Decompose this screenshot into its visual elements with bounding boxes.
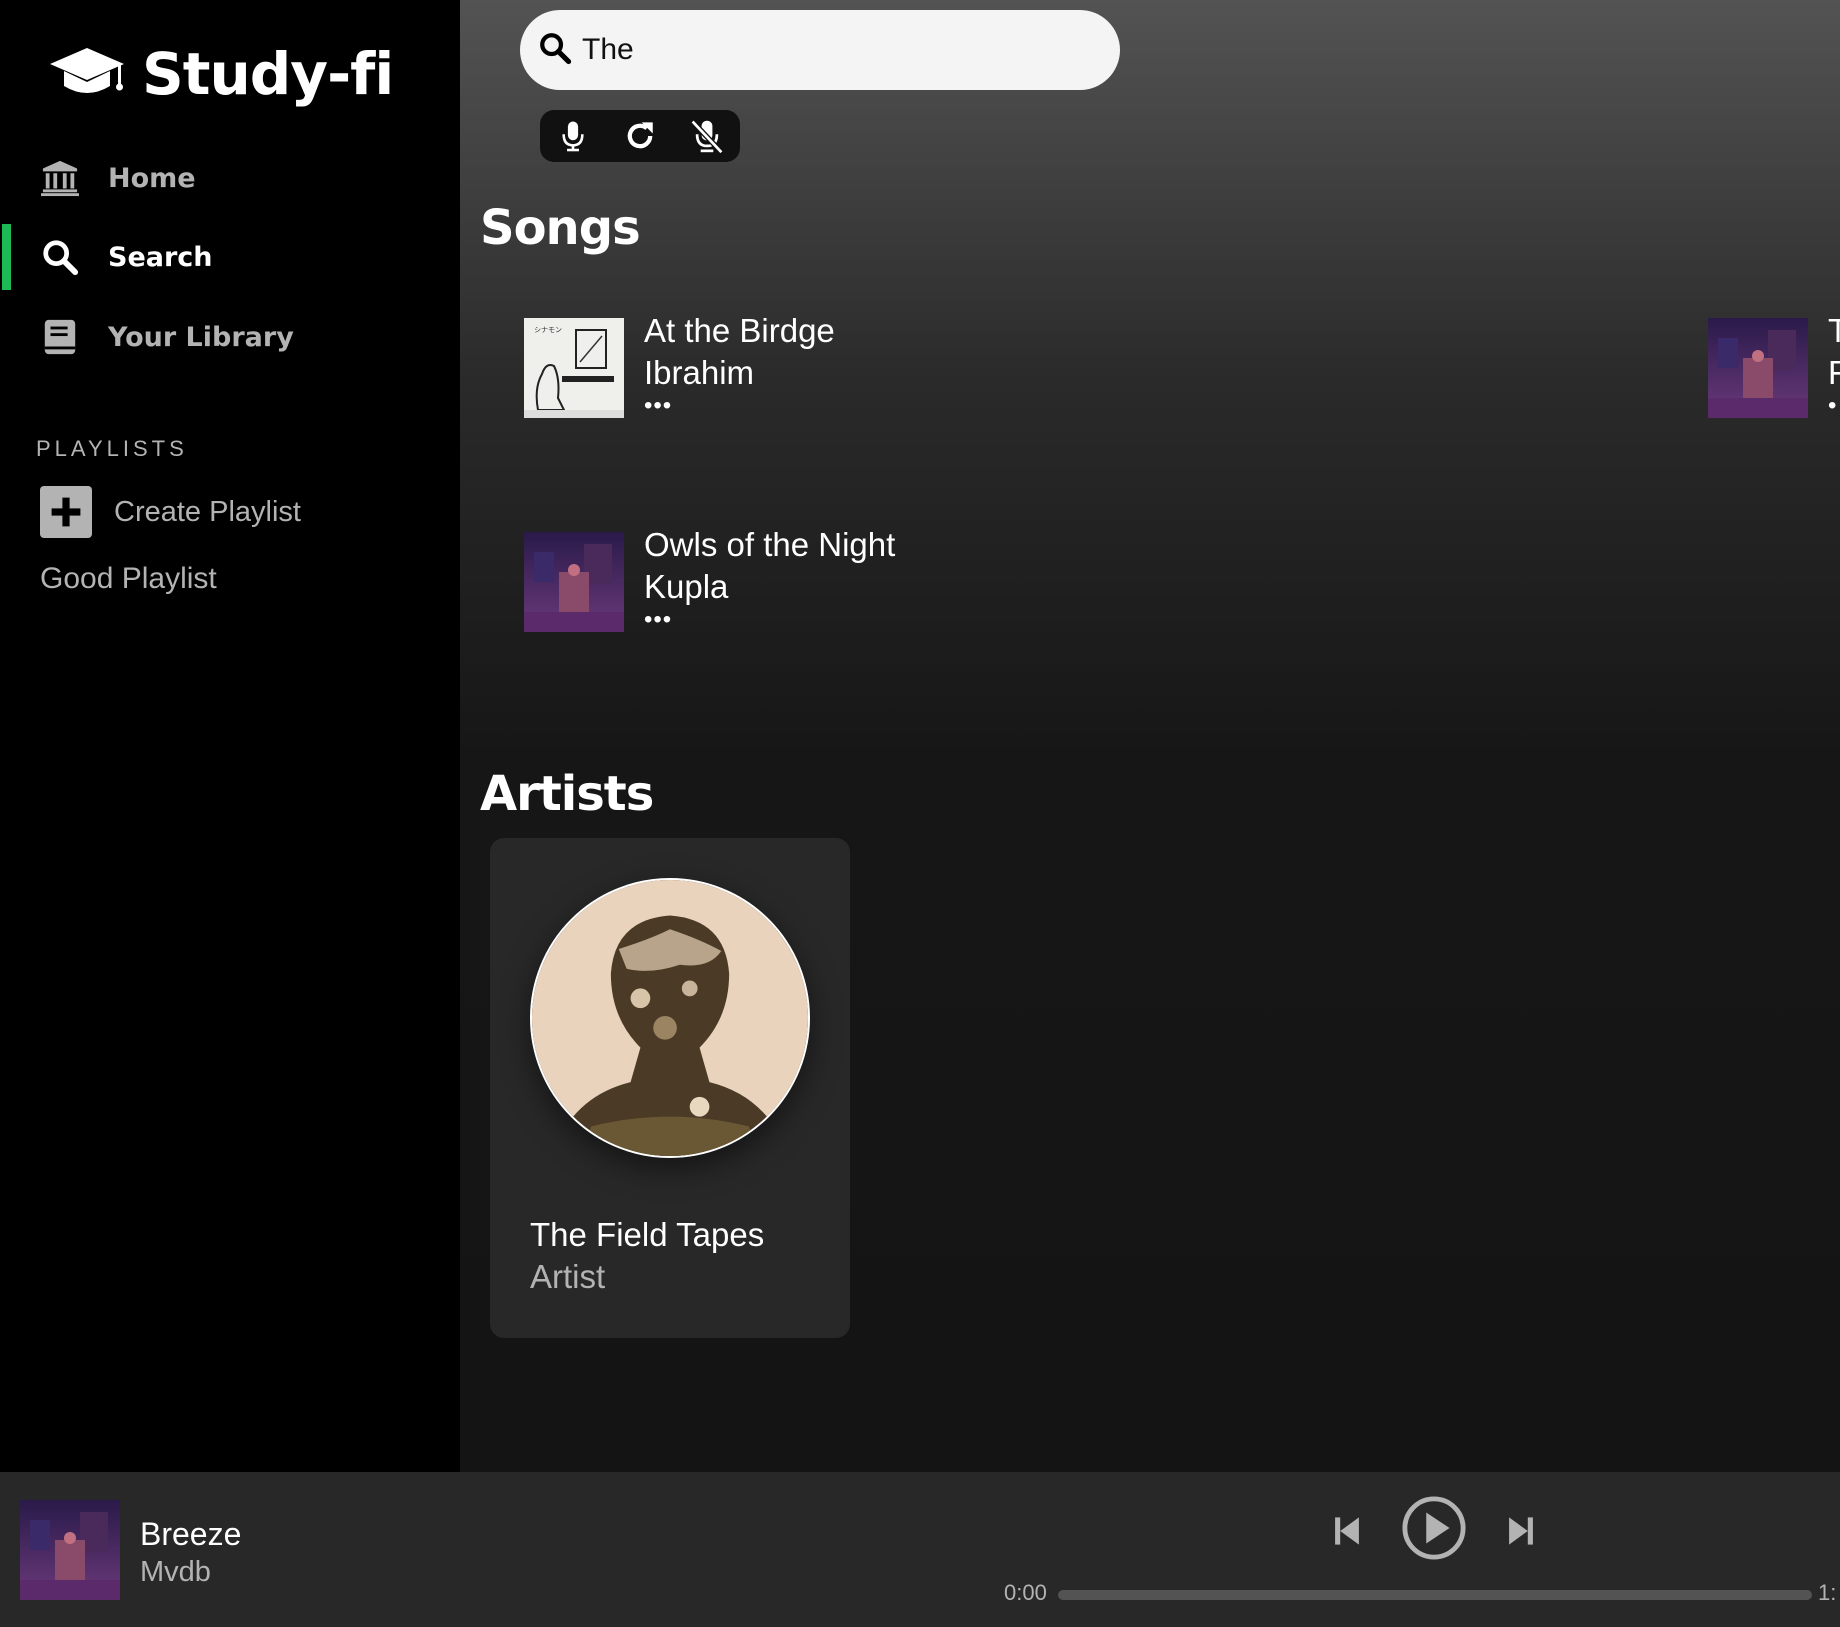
bank-icon [40, 158, 80, 198]
nav-item-home[interactable]: Home [0, 143, 460, 213]
nav-label-home: Home [108, 162, 196, 194]
album-cover [524, 532, 624, 632]
create-playlist-label: Create Playlist [114, 495, 301, 528]
plus-icon [40, 486, 92, 538]
app-name: Study-fi [142, 40, 394, 108]
artist-avatar [530, 878, 810, 1158]
svg-text:シナモン: シナモン [534, 326, 562, 334]
player-bar: Breeze Mvdb 0:00 1: [0, 1472, 1840, 1627]
song-item[interactable]: シナモン At the Birdge Ibrahim ••• [524, 312, 835, 418]
search-bar[interactable] [520, 10, 1120, 90]
app-logo[interactable]: Study-fi [48, 40, 394, 108]
elapsed-time: 0:00 [1004, 1580, 1047, 1605]
more-options-button[interactable]: ••• [644, 608, 895, 632]
songs-heading: Songs [480, 200, 641, 256]
album-cover: シナモン [524, 318, 624, 418]
now-playing-title: Breeze [140, 1516, 242, 1552]
create-playlist-button[interactable]: Create Playlist [40, 486, 301, 538]
now-playing-artist: Mvdb [140, 1556, 211, 1588]
playlists-heading: PLAYLISTS [36, 436, 188, 461]
now-playing-cover [20, 1500, 120, 1600]
graduation-cap-icon [48, 44, 126, 105]
nav-item-search[interactable]: Search [0, 222, 460, 292]
search-icon [40, 237, 80, 277]
skip-back-icon[interactable] [1326, 1510, 1368, 1552]
song-artist: Ibrahim [644, 354, 755, 391]
skip-forward-icon[interactable] [1500, 1510, 1542, 1552]
play-icon[interactable] [1400, 1494, 1468, 1562]
song-title: T [1828, 312, 1840, 349]
nav-label-library: Your Library [108, 321, 294, 353]
sidebar: Study-fi Home Search Your Library PLAYLI… [0, 0, 460, 1472]
song-artist: Kupla [644, 568, 729, 605]
nav-item-library[interactable]: Your Library [0, 302, 460, 372]
microphone-icon[interactable] [553, 116, 593, 156]
search-input[interactable] [580, 32, 1104, 68]
book-icon [40, 317, 80, 357]
microphone-off-icon[interactable] [687, 116, 727, 156]
more-options-button[interactable]: • [1828, 394, 1840, 418]
nav-label-search: Search [108, 241, 213, 273]
song-title: Owls of the Night [644, 526, 896, 563]
refresh-icon[interactable] [620, 116, 660, 156]
search-icon [520, 31, 572, 70]
progress-bar[interactable] [1058, 1590, 1812, 1600]
artist-name: The Field Tapes [530, 1216, 765, 1253]
song-item[interactable]: T F • [1708, 312, 1840, 418]
artist-card[interactable]: The Field Tapes Artist [490, 838, 850, 1338]
song-title: At the Birdge [644, 312, 835, 349]
more-options-button[interactable]: ••• [644, 394, 835, 418]
main-content: Songs シナモン At the Birdge Ibrahim ••• [460, 0, 1840, 1472]
duration-time: 1: [1818, 1580, 1837, 1605]
album-cover [1708, 318, 1808, 418]
song-item[interactable]: Owls of the Night Kupla ••• [524, 526, 895, 632]
artists-heading: Artists [480, 766, 654, 822]
playlist-item[interactable]: Good Playlist [40, 562, 217, 596]
song-artist: F [1828, 354, 1840, 391]
artist-type-label: Artist [530, 1258, 606, 1295]
voice-controls [540, 110, 740, 162]
